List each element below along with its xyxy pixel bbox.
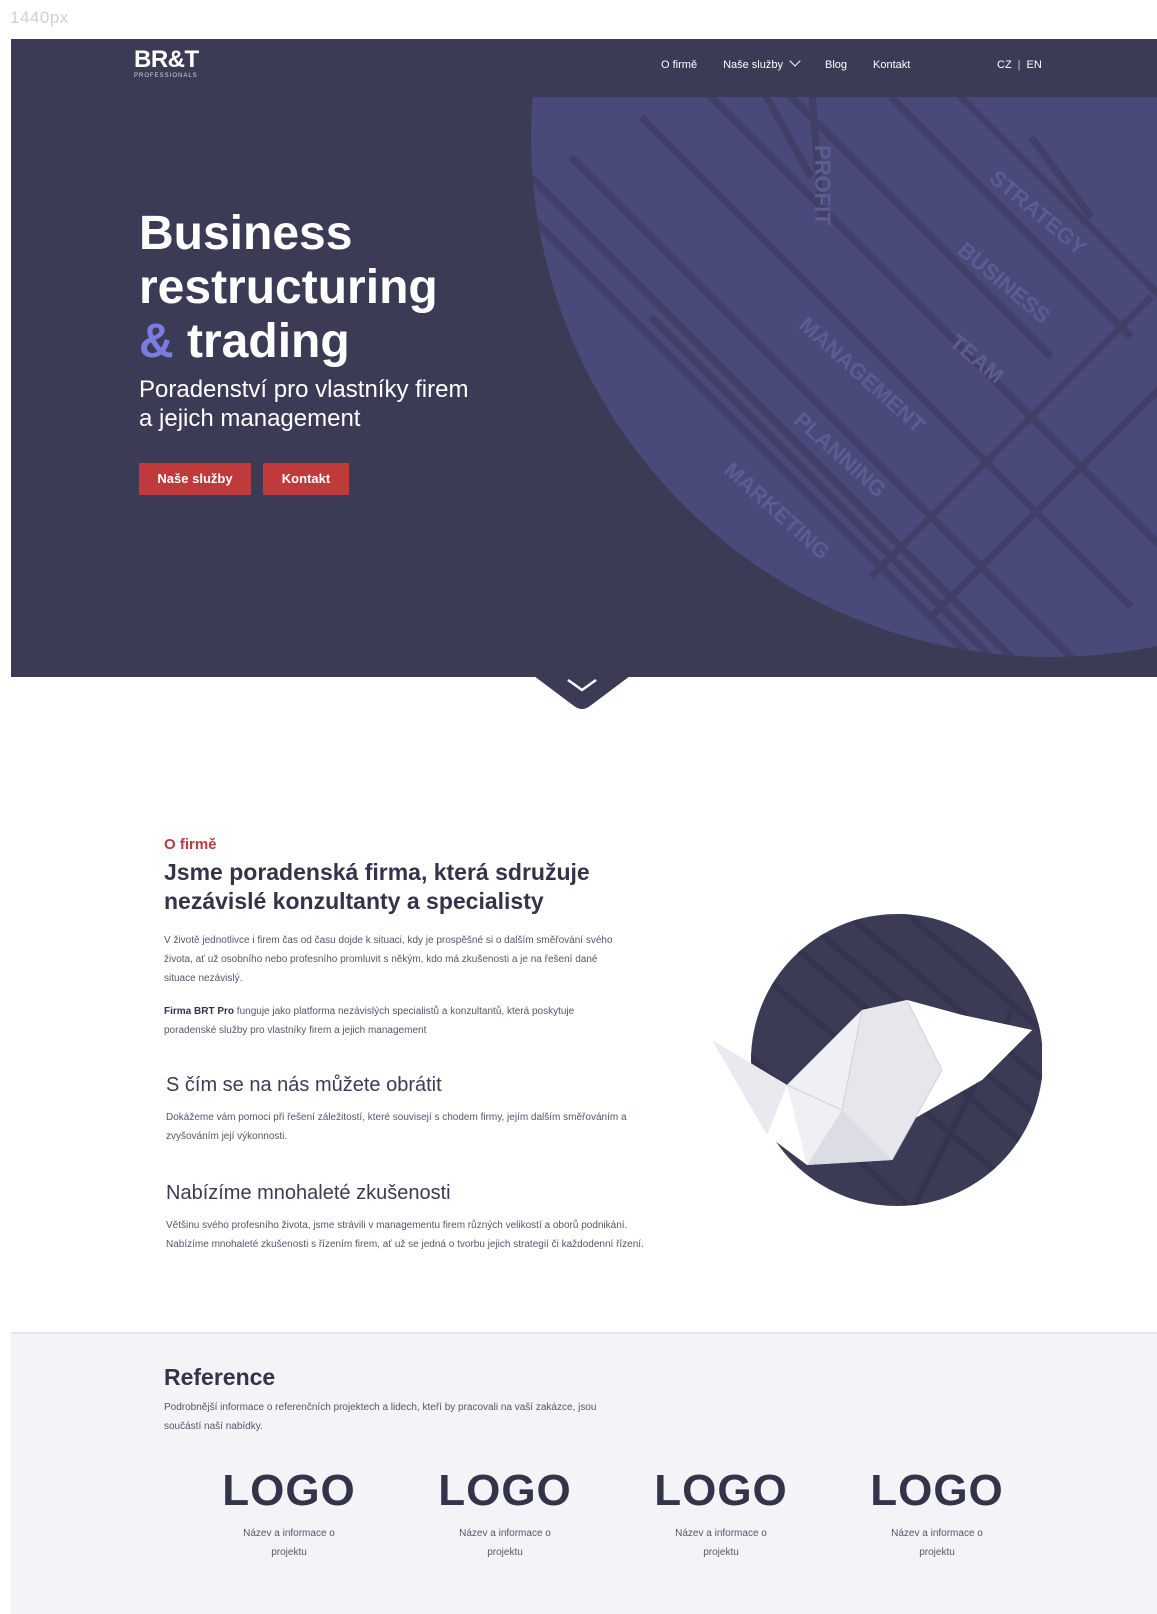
lang-en[interactable]: EN (1027, 59, 1042, 71)
hero-section: PROFIT STRATEGY BUSINESS TEAM MANAGEMENT… (11, 97, 1157, 677)
about-paragraph-1: V životě jednotlivce i firem čas od času… (164, 935, 613, 984)
brand-logo[interactable]: BR&T PROFESSIONALS (134, 46, 199, 80)
deco-word-profit: PROFIT (810, 145, 835, 226)
nav-item-services-label: Naše služby (723, 59, 783, 71)
reference-logo: LOGO (870, 1466, 1004, 1515)
reference-card[interactable]: LOGO Název a informace o projektu (181, 1466, 397, 1562)
reference-section: Reference Podrobnější informace o refere… (11, 1332, 1157, 1614)
reference-title: Reference (164, 1364, 276, 1390)
reference-card[interactable]: LOGO Název a informace o projektu (613, 1466, 829, 1562)
brand-tagline: PROFESSIONALS (134, 73, 198, 79)
hero-title-line1: Business (139, 207, 353, 260)
chevron-down-icon (789, 55, 801, 67)
top-navigation: BR&T PROFESSIONALS O firmě Naše služby B… (11, 39, 1157, 97)
hero-title-line2: restructuring (139, 261, 438, 314)
nav-menu: O firmě Naše služby Blog Kontakt (661, 55, 936, 71)
reference-caption: Název a informace o projektu (891, 1528, 983, 1558)
reference-caption: Název a informace o projektu (459, 1528, 551, 1558)
brand-name: BR&T (134, 46, 199, 73)
canvas-width-label: 1440px (10, 8, 69, 27)
reference-description: Podrobnější informace o referenčních pro… (164, 1402, 597, 1432)
paper-boat-illustration (712, 914, 1042, 1206)
reference-logo: LOGO (654, 1466, 788, 1515)
about-paragraph-4: Většinu svého profesního života, jsme st… (166, 1220, 644, 1250)
about-subheading-2: Nabízíme mnohaleté zkušenosti (166, 1182, 451, 1204)
about-kicker: O firmě (164, 836, 217, 853)
hero-decoration-circle: PROFIT STRATEGY BUSINESS TEAM MANAGEMENT… (531, 97, 1157, 657)
hero-title: Business restructuring & trading (139, 207, 438, 369)
nav-item-services[interactable]: Naše služby (723, 55, 801, 71)
reference-card[interactable]: LOGO Název a informace o projektu (397, 1466, 613, 1562)
hero-title-trading: trading (187, 315, 350, 368)
language-switcher: CZ | EN (997, 59, 1042, 71)
services-button[interactable]: Naše služby (139, 463, 251, 495)
reference-logos: LOGO Název a informace o projektu LOGO N… (181, 1466, 1045, 1562)
reference-caption: Název a informace o projektu (675, 1528, 767, 1558)
hero-title-line3: & trading (139, 315, 438, 369)
contact-button[interactable]: Kontakt (263, 463, 349, 495)
nav-item-contact[interactable]: Kontakt (873, 59, 910, 71)
about-paragraph-3: Dokážeme vám pomoci při řešení záležitos… (166, 1112, 627, 1142)
reference-logo: LOGO (438, 1466, 572, 1515)
about-heading: Jsme poradenská firma, která sdružuje ne… (164, 859, 590, 914)
about-paragraph-2: Firma BRT Pro funguje jako platforma nez… (164, 1002, 629, 1040)
company-name-bold: Firma BRT Pro (164, 1006, 235, 1017)
reference-logo: LOGO (222, 1466, 356, 1515)
reference-caption: Název a informace o projektu (243, 1528, 335, 1558)
scroll-down-icon[interactable] (534, 676, 630, 712)
lang-cz[interactable]: CZ (997, 59, 1012, 71)
reference-card[interactable]: LOGO Název a informace o projektu (829, 1466, 1045, 1562)
hero-title-ampersand: & (139, 315, 174, 368)
nav-item-blog[interactable]: Blog (825, 59, 847, 71)
about-subheading-1: S čím se na nás můžete obrátit (166, 1074, 442, 1096)
hero-subtitle: Poradenství pro vlastníky firem a jejich… (139, 376, 469, 432)
nav-item-about[interactable]: O firmě (661, 59, 697, 71)
lang-separator: | (1017, 59, 1021, 71)
